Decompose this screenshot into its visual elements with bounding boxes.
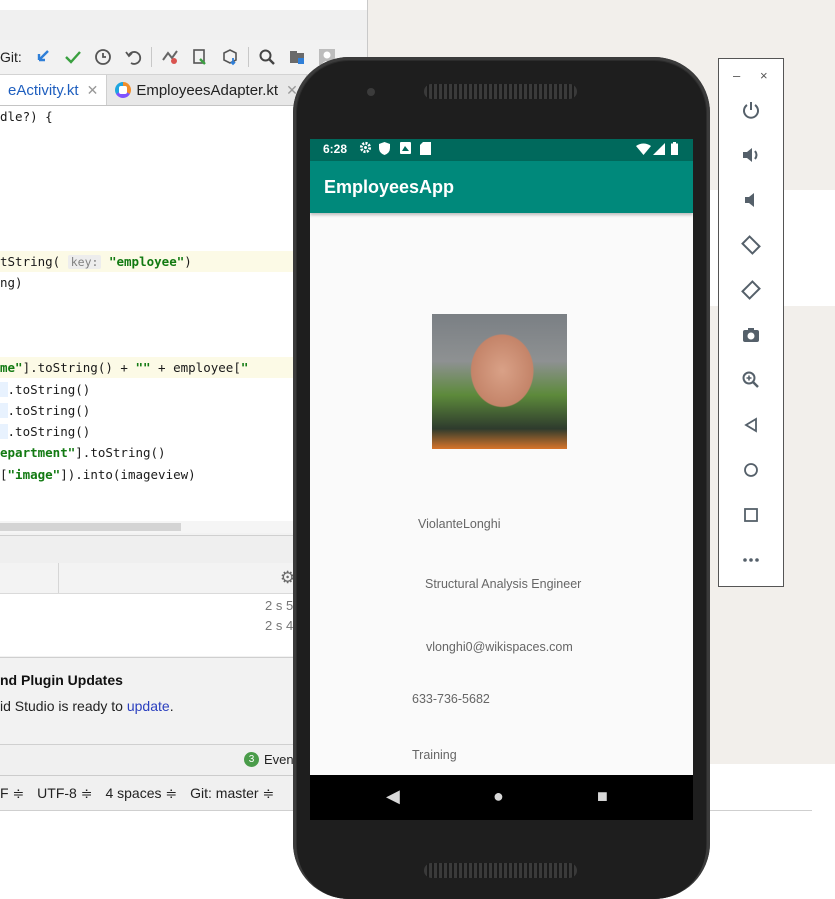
update-project-icon[interactable] [33,47,53,67]
git-label: Git: [0,49,22,65]
photo-notification-icon [400,142,411,157]
build-time: 2 s 4 [265,618,294,633]
toolbar-separator [150,47,152,67]
home-icon[interactable]: ● [493,786,504,807]
zoom-icon[interactable] [738,367,764,393]
shield-icon [379,142,390,158]
tab-employee-activity[interactable]: eActivity.kt ✕ [0,75,108,105]
back-icon[interactable]: ◀ [386,786,400,807]
close-icon[interactable]: ✕ [87,82,99,99]
scrollbar-thumb[interactable] [0,523,181,531]
project-structure-icon[interactable] [287,47,307,67]
encoding-selector[interactable]: UTF-8 ≑ [37,785,92,802]
rotate-right-icon[interactable] [738,277,764,303]
overview-icon[interactable] [738,502,764,528]
employee-name: ViolanteLonghi [418,517,501,531]
notification-title: nd Plugin Updates [0,672,123,688]
tab-employees-adapter[interactable]: EmployeesAdapter.kt ✕ [107,75,307,105]
build-time: 2 s 5 [265,598,294,613]
line-separator-selector[interactable]: F ≑ [0,785,24,802]
column-divider [58,563,59,593]
phone-screen[interactable]: 6:28 EmployeesApp ViolanteLonghi Structu… [310,139,693,820]
event-log-button[interactable]: Even [264,752,294,767]
volume-up-icon[interactable] [738,142,764,168]
more-icon[interactable] [738,547,764,573]
employee-job-title: Structural Analysis Engineer [425,577,582,591]
rollback-icon[interactable] [123,47,143,67]
camera-icon[interactable] [738,322,764,348]
android-status-bar: 6:28 [310,139,693,161]
employee-department: Training [412,748,457,762]
power-icon[interactable] [738,97,764,123]
code-line: ng) [0,275,23,290]
signal-icon [653,143,665,158]
toolbar-separator [247,47,249,67]
indent-selector[interactable]: 4 spaces ≑ [105,785,177,802]
employee-email: vlonghi0@wikispaces.com [426,640,573,654]
device-file-icon[interactable] [190,47,210,67]
front-camera [367,88,375,96]
kotlin-file-icon [115,82,132,98]
overview-icon[interactable]: ■ [597,786,608,807]
home-icon[interactable] [738,457,764,483]
search-icon[interactable] [257,47,277,67]
emulator-controls: – × [718,58,784,587]
wifi-icon [636,143,651,158]
close-button[interactable]: × [760,68,768,83]
code-line: .toString() [0,400,90,421]
employee-photo [432,314,567,449]
tab-label: EmployeesAdapter.kt [136,81,279,99]
minimize-button[interactable]: – [733,68,740,83]
commit-icon[interactable] [63,47,83,67]
code-line: epartment"].toString() [0,445,166,460]
volume-down-icon[interactable] [738,187,764,213]
history-icon[interactable] [93,47,113,67]
back-icon[interactable] [738,412,764,438]
ide-titlebar [0,0,367,10]
ide-menubar [0,10,367,41]
settings-icon [359,141,372,157]
app-title: EmployeesApp [324,177,455,197]
tab-label: eActivity.kt [8,81,79,99]
code-line: ["image"]).into(imageview) [0,467,196,482]
notification-body: id Studio is ready to update. [0,698,174,714]
code-line: .toString() [0,379,90,400]
earpiece-speaker [424,84,577,99]
android-nav-bar: ◀ ● ■ [310,775,693,820]
git-branch-selector[interactable]: Git: master ≑ [190,785,274,802]
code-line: dle?) { [0,109,53,124]
battery-icon [671,142,678,158]
sd-card-icon [420,142,431,158]
code-line: .toString() [0,421,90,442]
employee-phone: 633-736-5682 [412,692,490,706]
bottom-speaker [424,863,577,878]
compare-icon[interactable] [160,47,180,67]
event-log-badge[interactable]: 3 [244,752,259,767]
rotate-left-icon[interactable] [738,232,764,258]
update-link[interactable]: update [127,698,170,714]
parameter-hint: key: [67,255,102,269]
package-icon[interactable] [220,47,240,67]
status-time: 6:28 [323,142,348,156]
